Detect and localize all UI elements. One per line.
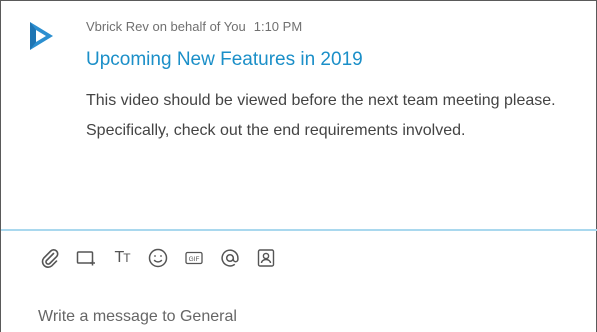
screen-share-icon[interactable] — [75, 247, 97, 269]
message-meta: Vbrick Rev on behalf of You 1:10 PM — [86, 19, 302, 34]
message-title-link[interactable]: Upcoming New Features in 2019 — [86, 49, 363, 71]
vbrick-logo-icon — [30, 22, 53, 50]
attach-icon[interactable] — [39, 247, 61, 269]
gif-icon[interactable]: GIF — [183, 247, 205, 269]
composer-divider — [1, 229, 597, 231]
emoji-icon[interactable] — [147, 247, 169, 269]
message-card: Vbrick Rev on behalf of You 1:10 PM Upcom… — [1, 1, 597, 229]
sender-name: Vbrick Rev on behalf of You — [86, 19, 246, 34]
svg-text:GIF: GIF — [189, 256, 200, 263]
chat-window: Vbrick Rev on behalf of You 1:10 PM Upcom… — [0, 0, 597, 332]
contact-card-icon[interactable] — [255, 247, 277, 269]
message-input[interactable] — [38, 304, 578, 330]
message-time: 1:10 PM — [253, 19, 303, 34]
composer-toolbar: TT GIF — [39, 246, 291, 270]
format-text-icon[interactable]: TT — [111, 247, 133, 269]
message-body: This video should be viewed before the n… — [86, 92, 556, 139]
mention-icon[interactable] — [219, 247, 241, 269]
